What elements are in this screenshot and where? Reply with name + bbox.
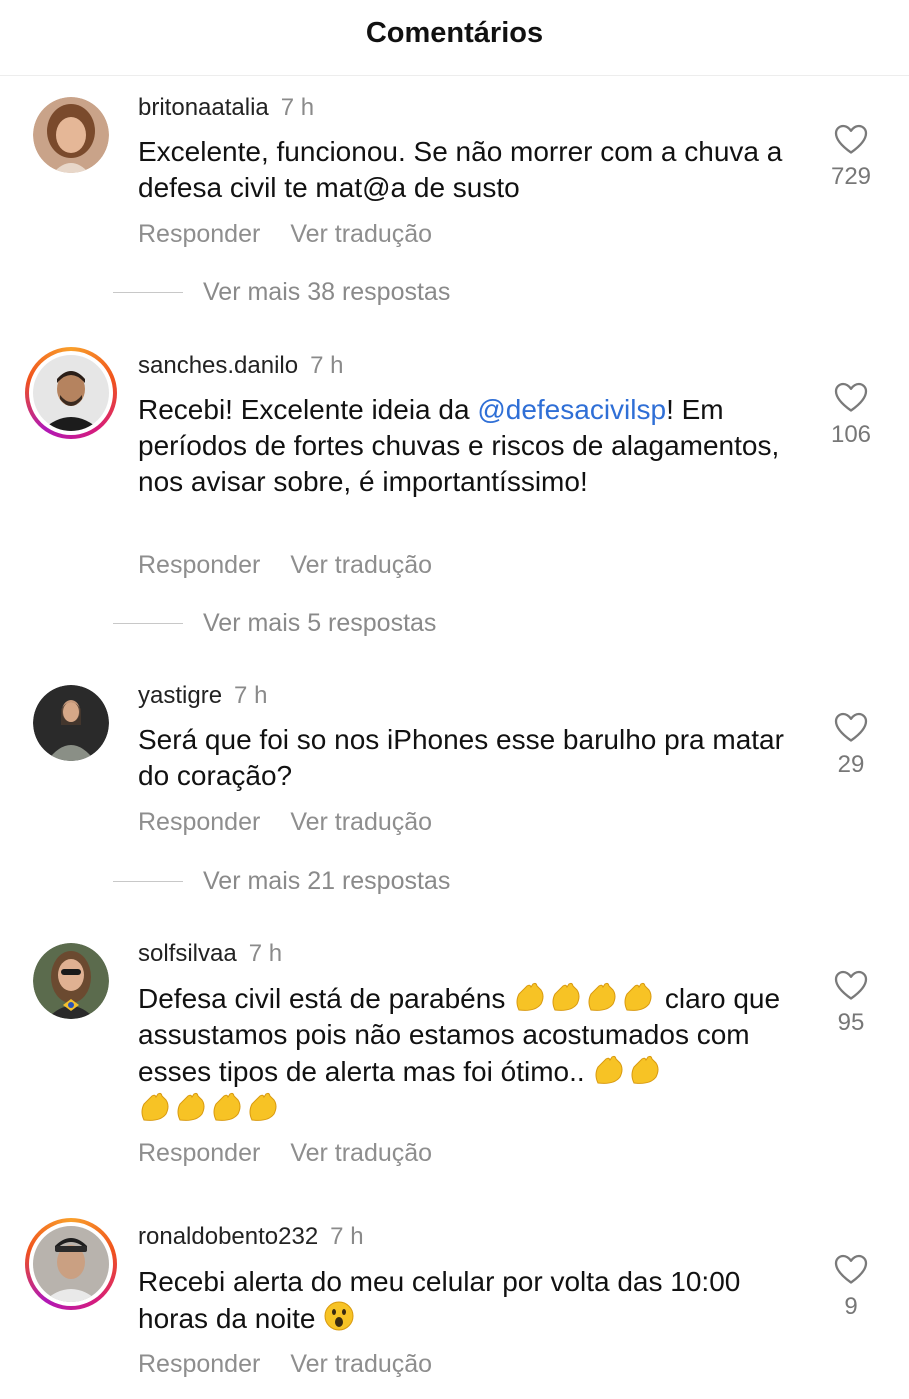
user-photo-icon — [33, 97, 109, 173]
like-count: 106 — [830, 421, 872, 448]
comment-text-part: Defesa civil está de parabéns — [138, 983, 514, 1014]
surprised-face-emoji — [324, 1301, 354, 1331]
reply-button[interactable]: Responder — [138, 220, 260, 248]
avatar[interactable] — [33, 685, 109, 761]
avatar[interactable] — [25, 347, 117, 439]
like-button[interactable]: 106 — [806, 382, 896, 449]
view-more-replies-label: Ver mais 38 respostas — [203, 278, 451, 306]
like-count: 95 — [837, 1009, 865, 1036]
divider — [113, 881, 183, 882]
reply-button[interactable]: Responder — [138, 808, 260, 836]
translate-button[interactable]: Ver tradução — [290, 551, 432, 579]
timestamp: 7 h — [234, 682, 268, 709]
reply-button[interactable]: Responder — [138, 551, 260, 579]
translate-button[interactable]: Ver tradução — [290, 1350, 432, 1378]
heart-outline-icon — [834, 1254, 868, 1284]
timestamp: 7 h — [310, 352, 344, 379]
reply-button[interactable]: Responder — [138, 1139, 260, 1167]
clapping-hands-emoji-group — [585, 1055, 665, 1087]
username[interactable]: solfsilvaa — [138, 940, 237, 967]
comments-header: Comentários — [0, 0, 909, 76]
timestamp: 7 h — [248, 940, 283, 967]
like-button[interactable]: 29 — [806, 712, 896, 779]
heart-outline-icon — [834, 382, 868, 412]
comment-text: Recebi! Excelente ideia da @defesacivils… — [138, 392, 798, 500]
like-button[interactable]: 95 — [806, 970, 896, 1037]
clapping-hands-emoji-group — [513, 982, 665, 1014]
view-more-replies[interactable]: Ver mais 38 respostas — [113, 278, 450, 307]
like-count: 29 — [837, 751, 865, 778]
view-more-replies[interactable]: Ver mais 21 respostas — [113, 867, 450, 896]
clapping-hands-emoji-group — [138, 1092, 282, 1124]
view-more-replies[interactable]: Ver mais 5 respostas — [113, 609, 436, 638]
divider — [113, 623, 183, 624]
comment-text: Excelente, funcionou. Se não morrer com … — [138, 136, 783, 203]
username[interactable]: sanches.danilo — [138, 352, 298, 379]
user-photo-icon — [33, 355, 109, 431]
clapping-hands-emoji — [141, 1092, 277, 1121]
translate-button[interactable]: Ver tradução — [290, 808, 432, 836]
comment-text: Será que foi so nos iPhones esse barulho… — [138, 724, 784, 791]
clapping-hands-emoji — [516, 982, 652, 1011]
avatar[interactable] — [33, 97, 109, 173]
reply-button[interactable]: Responder — [138, 1350, 260, 1378]
mention-link[interactable]: @defesacivilsp — [477, 394, 666, 425]
clapping-hands-emoji — [595, 1055, 659, 1084]
like-count: 729 — [830, 163, 872, 190]
timestamp: 7 h — [330, 1223, 364, 1250]
user-photo-icon — [33, 943, 109, 1019]
page-title: Comentários — [365, 17, 544, 49]
avatar[interactable] — [25, 1218, 117, 1310]
comment-text-part: Recebi! Excelente ideia da — [138, 394, 478, 425]
like-button[interactable]: 729 — [806, 124, 896, 191]
like-button[interactable]: 9 — [806, 1254, 896, 1321]
translate-button[interactable]: Ver tradução — [290, 220, 432, 248]
user-photo-icon — [33, 685, 109, 761]
username[interactable]: yastigre — [138, 682, 222, 709]
translate-button[interactable]: Ver tradução — [290, 1139, 432, 1167]
divider — [113, 292, 183, 293]
heart-outline-icon — [834, 124, 868, 154]
comment-text: Defesa civil está de parabéns claro que … — [138, 980, 808, 1127]
like-count: 9 — [844, 1293, 858, 1320]
timestamp: 7 h — [280, 94, 315, 121]
view-more-replies-label: Ver mais 5 respostas — [203, 609, 437, 637]
avatar[interactable] — [33, 943, 109, 1019]
user-photo-icon — [33, 1226, 109, 1302]
username[interactable]: ronaldobento232 — [138, 1223, 318, 1250]
view-more-replies-label: Ver mais 21 respostas — [203, 867, 451, 895]
heart-outline-icon — [834, 712, 868, 742]
username[interactable]: britonaatalia — [138, 94, 269, 121]
comment-text: Recebi alerta do meu celular por volta d… — [138, 1264, 798, 1337]
heart-outline-icon — [834, 970, 868, 1000]
comment-text-part: Recebi alerta do meu celular por volta d… — [138, 1266, 741, 1334]
